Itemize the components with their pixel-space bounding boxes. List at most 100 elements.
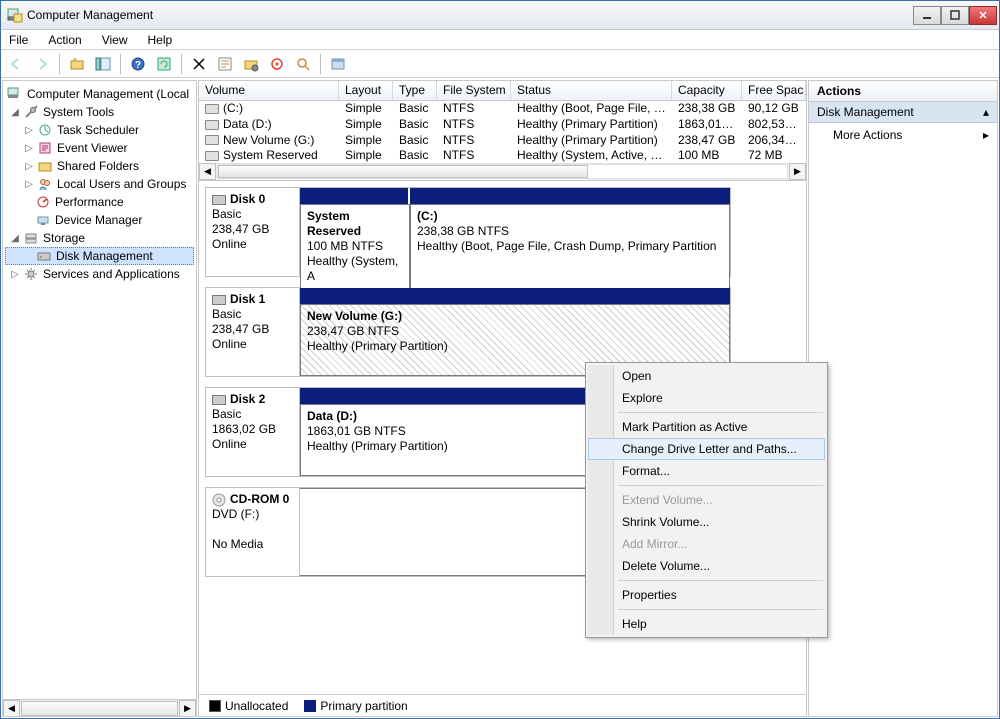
volume-list: Volume Layout Type File System Status Ca… bbox=[199, 81, 806, 181]
col-type[interactable]: Type bbox=[393, 81, 437, 100]
volume-row[interactable]: (C:)SimpleBasicNTFSHealthy (Boot, Page F… bbox=[199, 101, 806, 117]
col-status[interactable]: Status bbox=[511, 81, 672, 100]
cdrom-icon bbox=[212, 493, 226, 507]
scroll-thumb[interactable] bbox=[218, 165, 588, 178]
collapse-icon[interactable]: ◢ bbox=[9, 233, 21, 244]
properties-button[interactable] bbox=[214, 53, 236, 75]
forward-button bbox=[31, 53, 53, 75]
volume-row[interactable]: System ReservedSimpleBasicNTFSHealthy (S… bbox=[199, 147, 806, 163]
ctx-help[interactable]: Help bbox=[588, 613, 825, 635]
disk-icon bbox=[212, 295, 226, 305]
tree-performance[interactable]: Performance bbox=[5, 193, 194, 211]
expand-icon[interactable]: ▷ bbox=[23, 125, 35, 136]
collapse-icon: ▴ bbox=[983, 105, 989, 119]
scroll-thumb[interactable] bbox=[21, 701, 178, 716]
menu-action[interactable]: Action bbox=[44, 33, 85, 47]
col-free[interactable]: Free Spac bbox=[742, 81, 806, 100]
ctx-shrink-volume[interactable]: Shrink Volume... bbox=[588, 511, 825, 533]
action-button[interactable] bbox=[266, 53, 288, 75]
svg-text:?: ? bbox=[135, 60, 141, 71]
maximize-button[interactable] bbox=[941, 6, 969, 25]
show-hide-tree-button[interactable] bbox=[92, 53, 114, 75]
ctx-extend-volume: Extend Volume... bbox=[588, 489, 825, 511]
ctx-delete-volume[interactable]: Delete Volume... bbox=[588, 555, 825, 577]
disk-info: Disk 2 Basic 1863,02 GB Online bbox=[206, 388, 300, 476]
app-icon bbox=[7, 7, 23, 23]
tree-device-manager[interactable]: Device Manager bbox=[5, 211, 194, 229]
tree-storage[interactable]: ◢Storage bbox=[5, 229, 194, 247]
tree-scrollbar[interactable]: ◀ ▶ bbox=[3, 699, 196, 716]
settings-button[interactable] bbox=[240, 53, 262, 75]
disk-info: Disk 1 Basic 238,47 GB Online bbox=[206, 288, 300, 376]
drive-icon bbox=[205, 135, 219, 145]
ctx-change-drive-letter[interactable]: Change Drive Letter and Paths... bbox=[588, 438, 825, 460]
disk-row[interactable]: CD-ROM 0 DVD (F:) No Media bbox=[205, 487, 595, 577]
back-button bbox=[5, 53, 27, 75]
volume-row[interactable]: Data (D:)SimpleBasicNTFSHealthy (Primary… bbox=[199, 116, 806, 132]
ctx-mark-active[interactable]: Mark Partition as Active bbox=[588, 416, 825, 438]
tree-local-users[interactable]: ▷Local Users and Groups bbox=[5, 175, 194, 193]
ctx-open[interactable]: Open bbox=[588, 365, 825, 387]
expand-icon[interactable]: ▷ bbox=[23, 143, 35, 154]
drive-icon bbox=[205, 120, 219, 130]
performance-icon bbox=[35, 194, 51, 210]
menu-file[interactable]: File bbox=[5, 33, 32, 47]
legend-swatch-primary bbox=[304, 700, 316, 712]
menu-view[interactable]: View bbox=[98, 33, 132, 47]
minimize-button[interactable] bbox=[913, 6, 941, 25]
view-button[interactable] bbox=[327, 53, 349, 75]
drive-icon bbox=[205, 151, 219, 161]
services-icon bbox=[23, 266, 39, 282]
scroll-right-icon[interactable]: ▶ bbox=[179, 700, 196, 717]
partition[interactable]: Data (D:) 1863,01 GB NTFS Healthy (Prima… bbox=[300, 404, 594, 476]
col-layout[interactable]: Layout bbox=[339, 81, 393, 100]
tree-shared-folders[interactable]: ▷Shared Folders bbox=[5, 157, 194, 175]
folder-icon bbox=[37, 158, 53, 174]
menu-help[interactable]: Help bbox=[144, 33, 177, 47]
actions-section[interactable]: Disk Management ▴ bbox=[809, 102, 997, 123]
disk-info: CD-ROM 0 DVD (F:) No Media bbox=[206, 488, 300, 576]
disk-row[interactable]: Disk 2 Basic 1863,02 GB Online Data (D:)… bbox=[205, 387, 595, 477]
tree-system-tools[interactable]: ◢System Tools bbox=[5, 103, 194, 121]
tree-services[interactable]: ▷Services and Applications bbox=[5, 265, 194, 283]
search-button[interactable] bbox=[292, 53, 314, 75]
actions-more[interactable]: More Actions ▸ bbox=[809, 123, 997, 147]
tree-task-scheduler[interactable]: ▷Task Scheduler bbox=[5, 121, 194, 139]
collapse-icon[interactable]: ◢ bbox=[9, 107, 21, 118]
volume-list-header: Volume Layout Type File System Status Ca… bbox=[199, 81, 806, 101]
col-filesystem[interactable]: File System bbox=[437, 81, 511, 100]
volume-scrollbar[interactable]: ◀ ▶ bbox=[199, 163, 806, 180]
up-level-button[interactable] bbox=[66, 53, 88, 75]
legend: Unallocated Primary partition bbox=[199, 694, 806, 716]
scroll-right-icon[interactable]: ▶ bbox=[789, 163, 806, 180]
toolbar: ? bbox=[1, 50, 999, 78]
tree-event-viewer[interactable]: ▷Event Viewer bbox=[5, 139, 194, 157]
partition-empty[interactable] bbox=[300, 488, 594, 576]
chevron-right-icon: ▸ bbox=[983, 128, 989, 142]
col-capacity[interactable]: Capacity bbox=[672, 81, 742, 100]
tree-disk-management[interactable]: Disk Management bbox=[5, 247, 194, 265]
ctx-add-mirror: Add Mirror... bbox=[588, 533, 825, 555]
col-volume[interactable]: Volume bbox=[199, 81, 339, 100]
delete-button[interactable] bbox=[188, 53, 210, 75]
tree-root[interactable]: Computer Management (Local bbox=[5, 85, 194, 103]
disk-row[interactable]: Disk 0 Basic 238,47 GB Online System Res… bbox=[205, 187, 731, 277]
ctx-properties[interactable]: Properties bbox=[588, 584, 825, 606]
partition[interactable]: (C:) 238,38 GB NTFS Healthy (Boot, Page … bbox=[410, 204, 730, 289]
expand-icon[interactable]: ▷ bbox=[23, 179, 35, 190]
refresh-button[interactable] bbox=[153, 53, 175, 75]
ctx-format[interactable]: Format... bbox=[588, 460, 825, 482]
partition[interactable]: System Reserved 100 MB NTFS Healthy (Sys… bbox=[300, 204, 410, 289]
titlebar[interactable]: Computer Management bbox=[1, 1, 999, 30]
expand-icon[interactable]: ▷ bbox=[9, 269, 21, 280]
scroll-left-icon[interactable]: ◀ bbox=[199, 163, 216, 180]
ctx-explore[interactable]: Explore bbox=[588, 387, 825, 409]
disk-icon bbox=[212, 195, 226, 205]
expand-icon[interactable]: ▷ bbox=[23, 161, 35, 172]
close-button[interactable] bbox=[969, 6, 997, 25]
volume-row[interactable]: New Volume (G:)SimpleBasicNTFSHealthy (P… bbox=[199, 132, 806, 148]
navigation-tree: Computer Management (Local ◢System Tools… bbox=[2, 80, 197, 717]
scroll-left-icon[interactable]: ◀ bbox=[3, 700, 20, 717]
menubar: File Action View Help bbox=[1, 30, 999, 50]
help-button[interactable]: ? bbox=[127, 53, 149, 75]
